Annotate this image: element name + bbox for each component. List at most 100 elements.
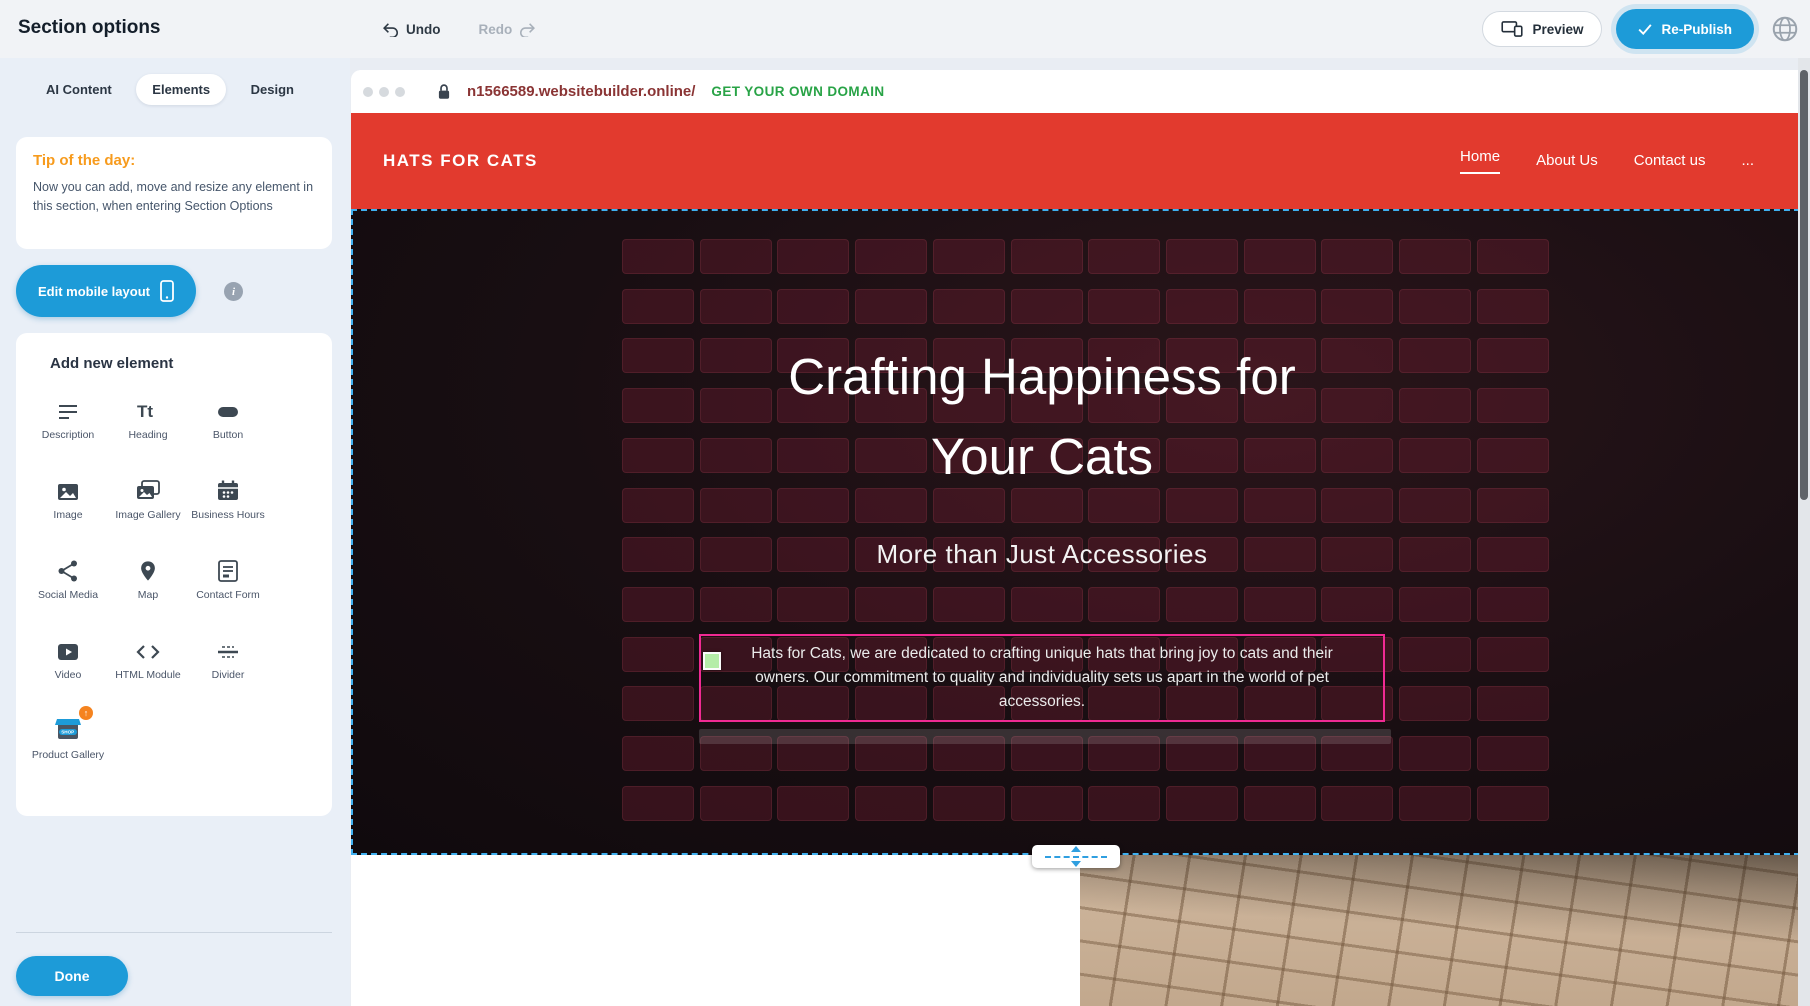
element-video[interactable]: Video (28, 635, 108, 702)
scrollbar-thumb[interactable] (1800, 70, 1808, 500)
page-title: Section options (18, 17, 161, 39)
element-divider[interactable]: Divider (188, 635, 268, 702)
resize-handle-left[interactable] (703, 652, 721, 670)
element-business-hours[interactable]: Business Hours (188, 475, 268, 542)
selected-text-element[interactable]: Hats for Cats, we are dedicated to craft… (699, 634, 1385, 722)
element-hover-strip (699, 729, 1391, 744)
add-element-title: Add new element (50, 355, 173, 372)
hero-body-text: Hats for Cats, we are dedicated to craft… (725, 642, 1359, 714)
nav-more[interactable]: ... (1741, 152, 1754, 171)
republish-button[interactable]: Re-Publish (1616, 9, 1754, 49)
video-icon (56, 635, 80, 663)
tab-design[interactable]: Design (235, 74, 310, 105)
devices-icon (1501, 21, 1523, 37)
window-controls (363, 87, 405, 97)
nav-contact-us[interactable]: Contact us (1634, 152, 1706, 171)
site-nav: Home About Us Contact us ... (1460, 113, 1754, 209)
element-product-gallery[interactable]: SHOP ↑ Product Gallery (28, 715, 108, 782)
topbar: Section options Undo Redo Preview (0, 0, 1810, 58)
section-resize-handle[interactable] (1032, 845, 1120, 868)
browser-bar: n1566589.websitebuilder.online/ GET YOUR… (351, 70, 1810, 113)
nav-about-us[interactable]: About Us (1536, 152, 1598, 171)
phone-icon (160, 280, 174, 302)
element-html-module[interactable]: HTML Module (108, 635, 188, 702)
info-icon[interactable]: i (224, 282, 243, 301)
element-label: Image (53, 509, 82, 523)
element-label: HTML Module (115, 669, 181, 683)
site-header: HATS FOR CATS Home About Us Contact us .… (351, 113, 1810, 209)
hero-heading-line2: Your Cats (622, 417, 1462, 497)
edit-mobile-layout-button[interactable]: Edit mobile layout (16, 265, 196, 317)
button-icon (216, 395, 240, 423)
hero-subheading[interactable]: More than Just Accessories (622, 539, 1462, 570)
globe-icon (1770, 14, 1800, 44)
window-dot (395, 87, 405, 97)
tip-card: Tip of the day: Now you can add, move an… (16, 137, 332, 249)
element-description[interactable]: Description (28, 395, 108, 462)
undo-label: Undo (406, 22, 441, 37)
element-label: Heading (128, 429, 167, 443)
redo-icon (519, 22, 536, 37)
done-button[interactable]: Done (16, 956, 128, 996)
paving-photo (1080, 855, 1810, 1006)
hero-section[interactable]: Crafting Happiness for Your Cats More th… (351, 209, 1810, 855)
language-globe-button[interactable] (1768, 12, 1802, 46)
element-image[interactable]: Image (28, 475, 108, 542)
element-image-gallery[interactable]: Image Gallery (108, 475, 188, 542)
hero-heading[interactable]: Crafting Happiness for Your Cats (622, 337, 1462, 497)
tip-body: Now you can add, move and resize any ele… (33, 178, 315, 217)
undo-button[interactable]: Undo (382, 22, 441, 37)
window-dot (379, 87, 389, 97)
hero-heading-line1: Crafting Happiness for (622, 337, 1462, 417)
sidebar-divider (16, 932, 332, 933)
element-label: Social Media (38, 589, 98, 603)
product-gallery-icon: SHOP ↑ (53, 715, 83, 743)
tab-elements[interactable]: Elements (136, 74, 226, 105)
element-label: Description (42, 429, 95, 443)
element-label: Button (213, 429, 243, 443)
tip-title: Tip of the day: (33, 152, 315, 169)
nav-home[interactable]: Home (1460, 148, 1500, 174)
scrollbar (1798, 58, 1810, 1006)
redo-button[interactable]: Redo (479, 22, 537, 37)
social-media-icon (56, 555, 80, 583)
lock-icon (437, 83, 451, 100)
sidebar: AI Content Elements Design Tip of the da… (0, 58, 350, 1006)
image-icon (56, 475, 80, 503)
republish-label: Re-Publish (1661, 22, 1732, 37)
check-icon (1638, 23, 1652, 35)
site-url: n1566589.websitebuilder.online/ (467, 83, 695, 100)
svg-text:SHOP: SHOP (61, 730, 74, 735)
element-label: Divider (212, 669, 245, 683)
redo-label: Redo (479, 22, 513, 37)
element-heading[interactable]: Tt Heading (108, 395, 188, 462)
app: Section options Undo Redo Preview (0, 0, 1810, 1006)
arrow-up-icon (1071, 846, 1081, 852)
element-social-media[interactable]: Social Media (28, 555, 108, 622)
dashed-line (1045, 856, 1107, 858)
arrow-down-icon (1071, 861, 1081, 867)
get-domain-link[interactable]: GET YOUR OWN DOMAIN (711, 84, 884, 99)
divider-icon (216, 635, 240, 663)
svg-text:Tt: Tt (137, 402, 153, 421)
site-logo[interactable]: HATS FOR CATS (383, 151, 538, 171)
element-label: Map (138, 589, 158, 603)
element-map[interactable]: Map (108, 555, 188, 622)
tab-ai-content[interactable]: AI Content (30, 74, 128, 105)
element-grid: Description Tt Heading Button (28, 395, 268, 782)
undo-redo-group: Undo Redo (382, 0, 536, 58)
element-contact-form[interactable]: Contact Form (188, 555, 268, 622)
mobile-layout-row: Edit mobile layout i (16, 265, 332, 317)
window-dot (363, 87, 373, 97)
sidebar-tabs: AI Content Elements Design (30, 72, 310, 106)
heading-icon: Tt (135, 395, 161, 423)
undo-icon (382, 22, 399, 37)
element-label: Product Gallery (32, 749, 104, 763)
add-element-card: Add new element Description Tt Heading (16, 333, 332, 816)
business-hours-icon (216, 475, 240, 503)
map-icon (137, 555, 159, 583)
element-label: Business Hours (191, 509, 265, 523)
preview-button[interactable]: Preview (1482, 11, 1602, 47)
element-button[interactable]: Button (188, 395, 268, 462)
element-label: Contact Form (196, 589, 260, 603)
